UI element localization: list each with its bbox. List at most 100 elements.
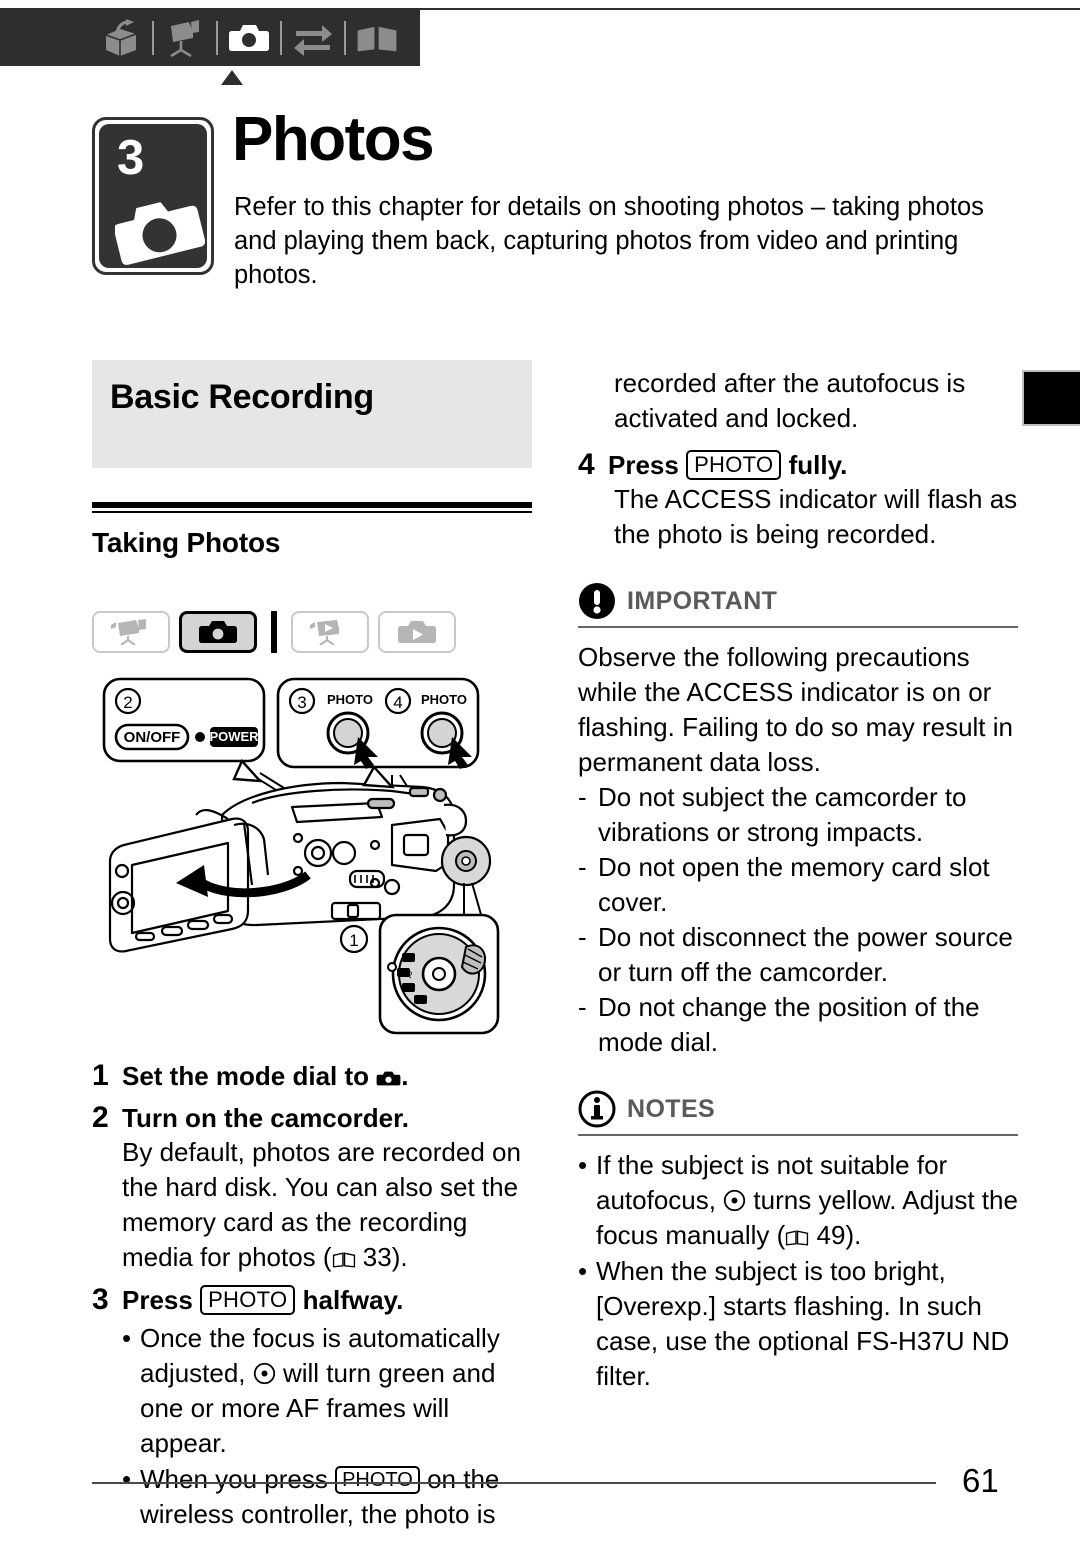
notes-rule xyxy=(578,1134,1018,1136)
dash-mark: - xyxy=(578,852,587,882)
step-title: Press PHOTO fully. xyxy=(608,448,847,482)
active-chapter-marker xyxy=(221,70,243,85)
chapter-number: 3 xyxy=(117,131,144,185)
rule-thick xyxy=(92,502,532,508)
step-title-prefix: Press xyxy=(122,1285,201,1315)
note-item: • When the subject is too bright, [Overe… xyxy=(578,1254,1018,1394)
important-notice: IMPORTANT Observe the following precauti… xyxy=(578,582,1018,1060)
step-title-suffix: fully. xyxy=(781,450,848,480)
step-2-page-ref: 33 xyxy=(362,1242,392,1272)
subsection-heading: Taking Photos xyxy=(92,527,281,558)
bullet-item: • When you press PHOTO on the wireless c… xyxy=(122,1462,532,1532)
step-title: Set the mode dial to . xyxy=(122,1059,408,1093)
camcorder-diagram: 2 ON/OFF POWER 3 PHOTO 4 PHOTO 1 P xyxy=(92,675,532,1045)
photo-camera-icon xyxy=(376,1071,401,1086)
nav-divider xyxy=(344,21,346,55)
chapter-nav-bar xyxy=(0,8,1080,68)
manual-page: 3 Photos Refer to this chapter for detai… xyxy=(0,0,1080,1560)
section-rule xyxy=(92,502,532,513)
step-title-text: Set the mode dial to xyxy=(122,1061,377,1091)
svg-text:PHOTO: PHOTO xyxy=(327,692,373,707)
step-3-bullets: • Once the focus is automatically adjust… xyxy=(122,1321,532,1532)
mode-photo-play-icon[interactable] xyxy=(378,611,456,653)
chapter-intro-text: Refer to this chapter for details on sho… xyxy=(234,193,984,289)
camcorder-diagram-svg: 2 ON/OFF POWER 3 PHOTO 4 PHOTO 1 P xyxy=(102,677,500,1035)
nav-icon-group xyxy=(95,8,403,68)
notes-header: NOTES xyxy=(578,1090,1018,1134)
step-title: Turn on the camcorder. xyxy=(122,1103,410,1133)
step-2-body: By default, photos are recorded on the h… xyxy=(122,1135,532,1275)
step-2-body-suffix: ). xyxy=(391,1242,408,1272)
svg-text:3: 3 xyxy=(297,693,306,712)
step-1: 1 Set the mode dial to . xyxy=(92,1059,532,1093)
nav-divider xyxy=(216,21,218,55)
bullet-dot: • xyxy=(578,1256,588,1286)
step-title-prefix: Press xyxy=(608,450,687,480)
notes-notice: NOTES • If the subject is not suitable f… xyxy=(578,1090,1018,1394)
photo-keycap[interactable]: PHOTO xyxy=(686,450,782,480)
nav-divider xyxy=(152,21,154,55)
step-list: 1 Set the mode dial to . 2 Turn on the c… xyxy=(92,1059,532,1532)
step-title: Press PHOTO halfway. xyxy=(122,1283,403,1317)
bullet-dot: • xyxy=(122,1464,132,1494)
chapter-edge-tab xyxy=(1022,370,1080,426)
step-2: 2 Turn on the camcorder. xyxy=(92,1101,532,1135)
video-camcorder-icon[interactable] xyxy=(159,15,211,61)
step-number: 4 xyxy=(578,448,595,481)
section-heading-box: Basic Recording xyxy=(92,360,532,468)
continuation-text: recorded after the autofocus is activate… xyxy=(614,368,966,433)
footer-rule xyxy=(92,1482,936,1484)
intro-box-icon[interactable] xyxy=(95,15,147,61)
transfer-arrows-icon[interactable] xyxy=(287,15,339,61)
rule-thin xyxy=(92,511,532,513)
bullet-text: Once the focus is automatically adjusted… xyxy=(140,1321,532,1461)
step-2-body-text: By default, photos are recorded on the h… xyxy=(122,1137,521,1272)
svg-text:PHOTO: PHOTO xyxy=(421,692,467,707)
svg-text:POWER: POWER xyxy=(209,729,259,744)
step-number: 1 xyxy=(92,1059,109,1092)
mode-video-play-icon[interactable] xyxy=(291,611,369,653)
bullet-text: When you press PHOTO on the wireless con… xyxy=(140,1462,532,1532)
page-number: 61 xyxy=(962,1462,999,1499)
dash-mark: - xyxy=(578,992,587,1022)
svg-text:ON/OFF: ON/OFF xyxy=(124,729,181,746)
callout-power: 2 ON/OFF POWER xyxy=(102,677,266,783)
book-page-icon xyxy=(332,1252,355,1268)
photo-keycap[interactable]: PHOTO xyxy=(200,1285,296,1315)
dash-mark: - xyxy=(578,922,587,952)
photo-camera-icon[interactable] xyxy=(223,15,275,61)
bullet-dot: • xyxy=(578,1150,588,1180)
note-text-part3: ). xyxy=(845,1220,862,1250)
chapter-badge-inner: 3 xyxy=(99,124,207,268)
step-number: 2 xyxy=(92,1101,109,1134)
notes-label: NOTES xyxy=(627,1094,716,1123)
callout-photo-buttons: 3 PHOTO 4 PHOTO xyxy=(276,677,480,789)
important-intro: Observe the following precautions while … xyxy=(578,642,1013,777)
step-title-suffix: . xyxy=(401,1061,409,1091)
important-item-text: Do not disconnect the power source or tu… xyxy=(598,922,1013,987)
svg-text:2: 2 xyxy=(123,693,132,712)
photo-camera-icon xyxy=(115,202,205,265)
bullet-dot: • xyxy=(122,1323,132,1353)
photo-keycap[interactable]: PHOTO xyxy=(335,1466,420,1494)
bullet-text-part1: When you press xyxy=(140,1464,336,1494)
chapter-title: Photos xyxy=(232,105,435,174)
book-icon[interactable] xyxy=(351,15,403,61)
nav-divider xyxy=(280,21,282,55)
right-column: recorded after the autofocus is activate… xyxy=(578,360,1018,1395)
step-title-suffix: halfway. xyxy=(295,1285,404,1315)
note-text: If the subject is not suitable for autof… xyxy=(596,1148,1018,1253)
important-header: IMPORTANT xyxy=(578,582,1018,626)
section-heading: Basic Recording xyxy=(110,378,374,416)
mode-photo-record-icon[interactable] xyxy=(179,611,257,653)
left-column: Basic Recording Taking Photos 2 ON/OFF P… xyxy=(92,360,532,1533)
important-item-text: Do not change the position of the mode d… xyxy=(598,992,980,1057)
mode-divider xyxy=(271,611,277,653)
important-item: - Do not open the memory card slot cover… xyxy=(578,850,1018,920)
mode-button-row xyxy=(92,611,532,653)
exclamation-circle-icon xyxy=(579,583,615,619)
step-number: 3 xyxy=(92,1283,109,1316)
callout-mode-dial: 1 P xyxy=(339,913,500,1035)
book-page-icon xyxy=(786,1230,809,1246)
mode-video-record-icon[interactable] xyxy=(92,611,170,653)
